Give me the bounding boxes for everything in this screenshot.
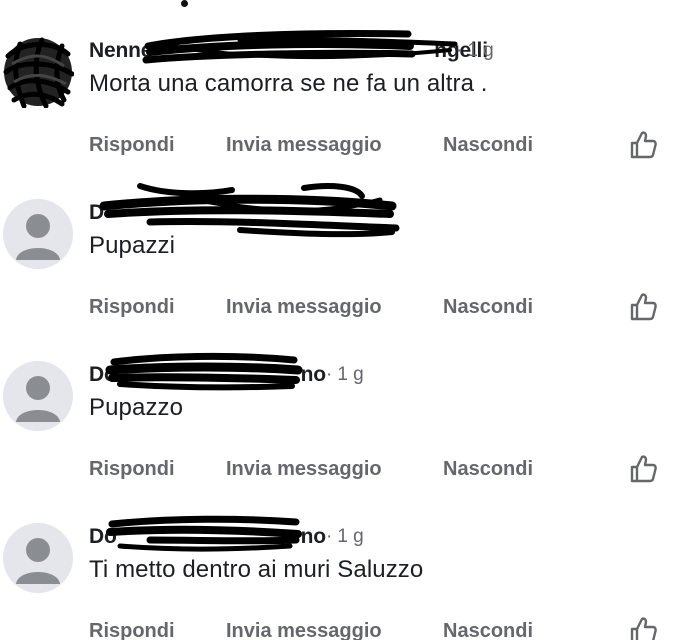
default-avatar-icon bbox=[3, 199, 73, 269]
comment-actions: Rispondi Invia messaggio Nascondi bbox=[89, 616, 679, 640]
author-name[interactable]: D bbox=[89, 201, 389, 225]
author-name[interactable]: Nenne ngelli bbox=[89, 39, 488, 63]
comment-time: 1 g bbox=[467, 40, 494, 61]
hide-button[interactable]: Nascondi bbox=[443, 454, 533, 484]
hide-button[interactable]: Nascondi bbox=[443, 130, 533, 160]
avatar[interactable] bbox=[2, 198, 74, 270]
reply-button[interactable]: Rispondi bbox=[89, 130, 175, 160]
thumbs-up-icon[interactable] bbox=[627, 453, 659, 485]
avatar[interactable] bbox=[2, 522, 74, 594]
scribbled-avatar-icon bbox=[3, 37, 74, 108]
meta-separator: · bbox=[326, 364, 333, 385]
thumbs-up-icon[interactable] bbox=[627, 615, 659, 640]
avatar[interactable] bbox=[2, 36, 74, 108]
comment-time: 1 g bbox=[337, 526, 364, 547]
comment-text: Pupazzo bbox=[89, 394, 184, 421]
comment-text: Morta una camorra se ne fa un altra . bbox=[89, 70, 488, 97]
separator-dot bbox=[181, 0, 188, 7]
author-name[interactable]: Do no bbox=[89, 525, 326, 549]
default-avatar-icon bbox=[3, 523, 73, 593]
send-message-button[interactable]: Invia messaggio bbox=[226, 130, 382, 160]
comment-actions: Rispondi Invia messaggio Nascondi bbox=[89, 292, 679, 322]
meta-separator: · bbox=[456, 40, 463, 61]
send-message-button[interactable]: Invia messaggio bbox=[226, 616, 382, 640]
meta-separator: · bbox=[326, 526, 333, 547]
avatar[interactable] bbox=[2, 360, 74, 432]
reply-button[interactable]: Rispondi bbox=[89, 616, 175, 640]
comment-actions: Rispondi Invia messaggio Nascondi bbox=[89, 130, 679, 160]
comment-text: Pupazzi bbox=[89, 232, 176, 259]
default-avatar-icon bbox=[3, 361, 73, 431]
send-message-button[interactable]: Invia messaggio bbox=[226, 292, 382, 322]
hide-button[interactable]: Nascondi bbox=[443, 292, 533, 322]
reply-button[interactable]: Rispondi bbox=[89, 292, 175, 322]
comment-actions: Rispondi Invia messaggio Nascondi bbox=[89, 454, 679, 484]
thumbs-up-icon[interactable] bbox=[627, 129, 659, 161]
author-line: Do no · 1 g bbox=[89, 522, 364, 552]
author-line: Nenne ngelli · 1 g bbox=[89, 36, 494, 66]
send-message-button[interactable]: Invia messaggio bbox=[226, 454, 382, 484]
reply-button[interactable]: Rispondi bbox=[89, 454, 175, 484]
author-name[interactable]: Do no bbox=[89, 363, 326, 387]
author-line: D bbox=[89, 198, 389, 228]
comment-time: 1 g bbox=[337, 364, 364, 385]
comments-page: Nenne ngelli · 1 g Morta una camorra se n… bbox=[0, 0, 690, 640]
author-line: Do no · 1 g bbox=[89, 360, 364, 390]
hide-button[interactable]: Nascondi bbox=[443, 616, 533, 640]
thumbs-up-icon[interactable] bbox=[627, 291, 659, 323]
comment-text: Ti metto dentro ai muri Saluzzo bbox=[89, 556, 424, 583]
